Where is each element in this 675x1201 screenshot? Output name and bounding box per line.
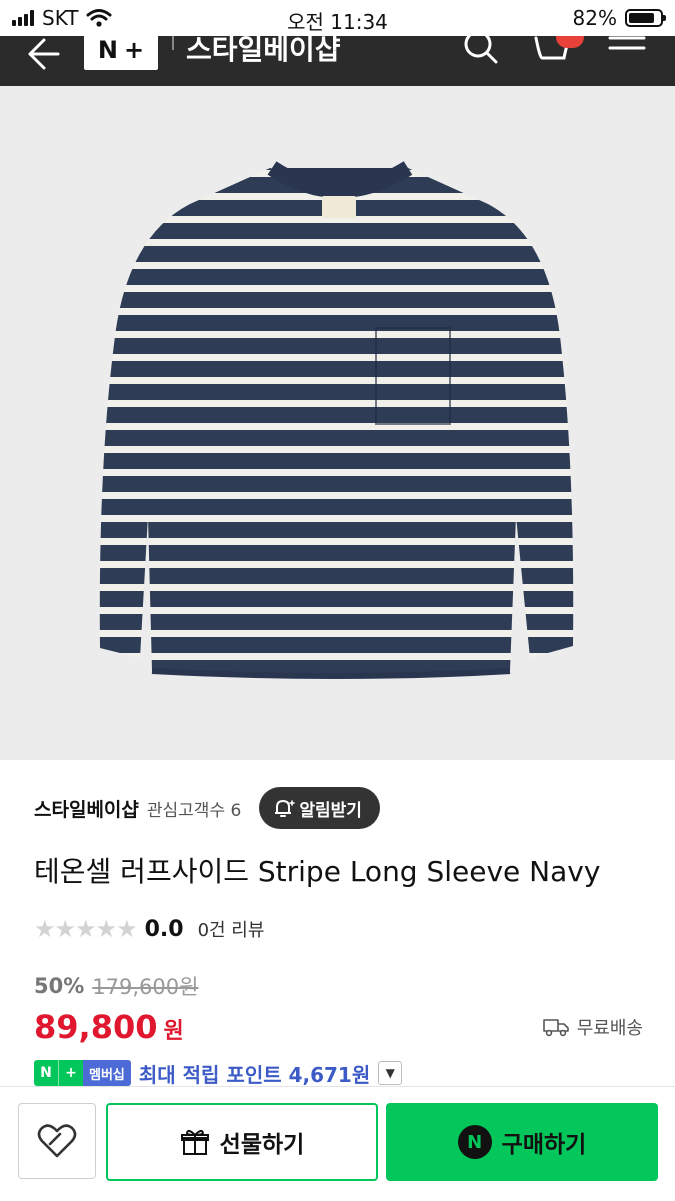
logo-n: N — [97, 36, 118, 64]
star-icon: ★ — [34, 915, 55, 943]
rating-value: 0.0 — [144, 916, 184, 942]
alarm-button[interactable]: 알림받기 — [259, 787, 380, 829]
badge-plus: + — [58, 1060, 83, 1086]
cart-badge — [556, 36, 584, 48]
shipping-info: 무료배송 — [542, 1014, 643, 1040]
product-title: 테온셀 러프사이드 Stripe Long Sleeve Navy — [34, 855, 601, 888]
discount-row: 50% 179,600원 — [34, 970, 198, 1002]
star-icon: ★ — [95, 915, 117, 943]
store-title[interactable]: 스타일베이샵 — [186, 36, 341, 68]
header-divider — [172, 36, 174, 50]
bell-plus-icon — [275, 800, 296, 817]
gift-button[interactable]: 선물하기 — [106, 1103, 378, 1181]
buy-button[interactable]: N 구매하기 — [386, 1103, 658, 1181]
search-icon[interactable] — [460, 36, 500, 70]
chevron-down-icon[interactable]: ▼ — [378, 1061, 403, 1085]
star-icon: ★ — [75, 915, 96, 943]
battery-percent: 82% — [572, 6, 617, 30]
shipping-label: 무료배송 — [576, 1018, 643, 1039]
gift-label: 선물하기 — [219, 1132, 305, 1158]
discount-rate: 50% — [34, 974, 85, 998]
favorite-count: 관심고객수 6 — [146, 800, 242, 821]
points-row[interactable]: N + 멤버십 최대 적립 포인트 4,671원 ▼ — [34, 1060, 403, 1087]
buy-label: 구매하기 — [501, 1132, 587, 1158]
badge-n: N — [34, 1060, 58, 1086]
original-price: 179,600원 — [92, 975, 199, 999]
truck-icon — [542, 1019, 569, 1037]
battery-icon — [625, 9, 666, 27]
badge-membership: 멤버십 — [83, 1060, 131, 1086]
app-header: N + 스타일베이샵 — [0, 36, 675, 86]
seller-row: 스타일베이샵 관심고객수 6 알림받기 — [34, 787, 380, 829]
naver-plus-membership-badge: N + 멤버십 — [34, 1060, 131, 1086]
review-count[interactable]: 0건 리뷰 — [198, 916, 265, 942]
status-bar: SKT 오전 11:34 82% — [0, 0, 675, 36]
currency-label: 원 — [163, 1019, 184, 1044]
gift-icon — [180, 1129, 209, 1155]
alarm-label: 알림받기 — [299, 800, 362, 821]
product-image[interactable] — [0, 86, 675, 760]
rating-stars: ★ ★ ★ ★ ★ — [34, 915, 138, 943]
naver-plus-logo[interactable]: N + — [84, 36, 158, 70]
back-arrow-icon[interactable] — [22, 36, 62, 72]
star-icon: ★ — [116, 915, 137, 943]
logo-plus: + — [123, 36, 145, 64]
sale-price: 89,800 — [34, 1008, 158, 1046]
max-points: 최대 적립 포인트 4,671원 — [138, 1062, 371, 1087]
price-row: 89,800 원 — [34, 1008, 184, 1046]
striped-shirt-image — [99, 161, 574, 679]
rating-row[interactable]: ★ ★ ★ ★ ★ 0.0 0건 리뷰 — [34, 912, 264, 946]
heart-icon — [37, 1124, 77, 1158]
seller-name[interactable]: 스타일베이샵 — [34, 795, 139, 822]
naver-pay-n-icon: N — [457, 1125, 492, 1159]
star-icon: ★ — [54, 915, 76, 943]
menu-icon[interactable] — [604, 36, 648, 72]
bottom-action-bar: 선물하기 N 구매하기 — [0, 1086, 675, 1201]
like-button[interactable] — [18, 1103, 96, 1179]
